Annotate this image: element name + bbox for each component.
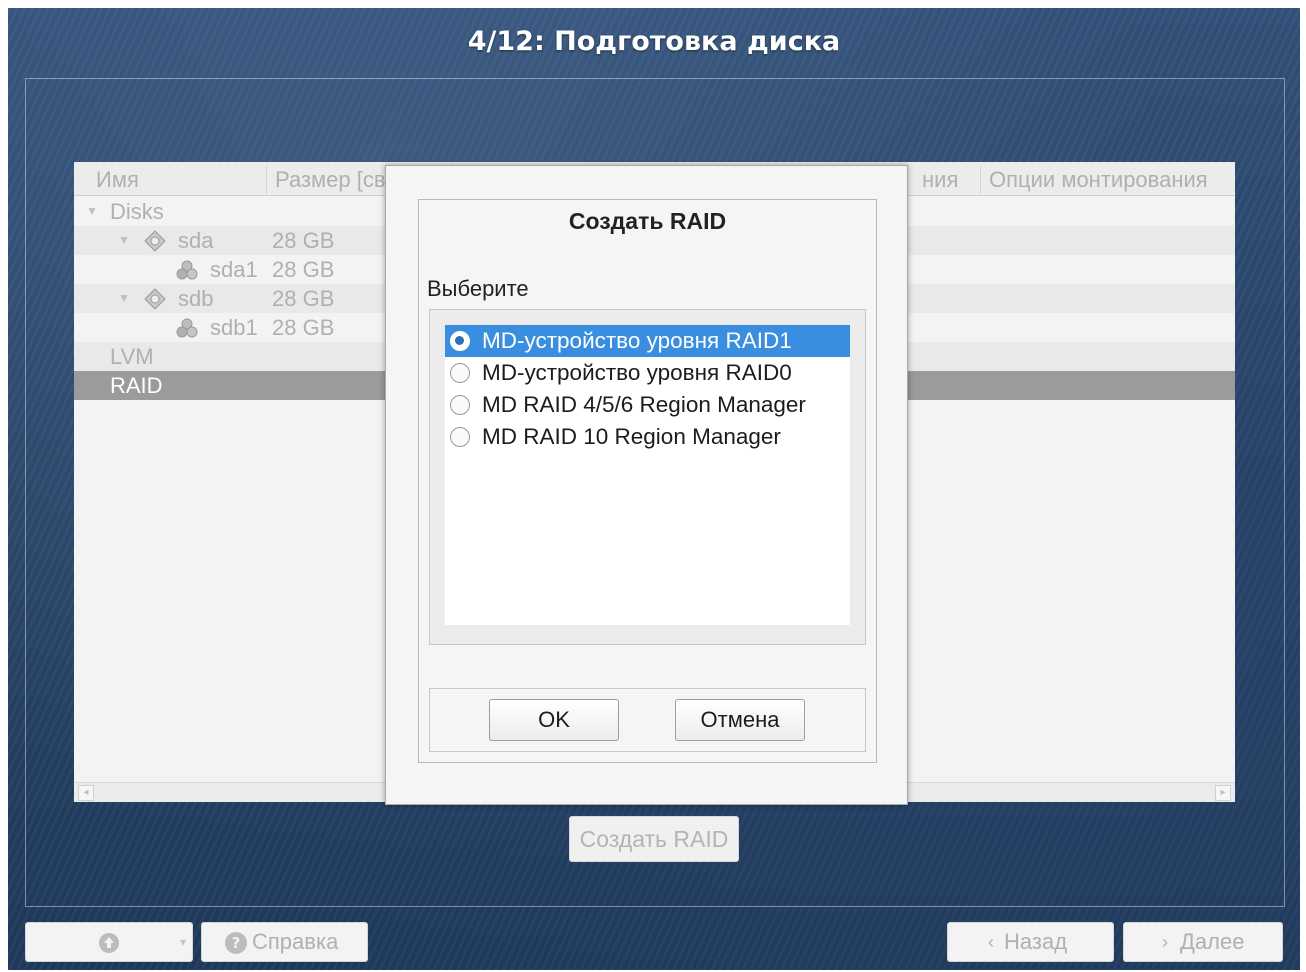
row-size: 28 GB [272, 286, 335, 311]
up-menu-button[interactable]: ▾ [25, 922, 193, 962]
raid-option-raid0[interactable]: MD-устройство уровня RAID0 [445, 357, 850, 389]
disk-icon [144, 288, 166, 310]
back-label: Назад [1004, 929, 1068, 954]
svg-text:?: ? [232, 934, 241, 952]
partition-icon [176, 260, 198, 280]
raid-option-raid1[interactable]: MD-устройство уровня RAID1 [445, 325, 850, 357]
next-label: Далее [1180, 929, 1245, 954]
option-label: MD-устройство уровня RAID1 [482, 328, 792, 353]
cancel-button[interactable]: Отмена [675, 699, 805, 741]
radio-button[interactable] [450, 427, 470, 447]
ok-button[interactable]: OK [489, 699, 619, 741]
raid-type-list[interactable]: MD-устройство уровня RAID1 MD-устройство… [445, 325, 850, 625]
expander-icon[interactable]: ▼ [86, 197, 98, 226]
dropdown-arrow-icon: ▾ [179, 935, 186, 949]
disk-icon [144, 230, 166, 252]
raid-option-raid10[interactable]: MD RAID 10 Region Manager [445, 421, 850, 453]
create-raid-dialog: Создать RAID Выберите MD-устройство уров… [385, 165, 908, 805]
row-name: Disks [110, 199, 164, 224]
back-button[interactable]: ‹ Назад [947, 922, 1114, 962]
row-name: sda [178, 228, 214, 253]
column-mountpoint-tail: ния [922, 167, 959, 192]
row-name: RAID [110, 373, 163, 398]
row-size: 28 GB [272, 257, 335, 282]
row-size: 28 GB [272, 315, 335, 340]
raid-option-raid456[interactable]: MD RAID 4/5/6 Region Manager [445, 389, 850, 421]
option-label: MD RAID 4/5/6 Region Manager [482, 392, 806, 417]
create-raid-button[interactable]: Создать RAID [569, 816, 739, 862]
row-name: sdb [178, 286, 214, 311]
raid-type-group: MD-устройство уровня RAID1 MD-устройство… [429, 309, 866, 645]
row-name: sda1 [210, 257, 258, 282]
column-name[interactable]: Имя [88, 166, 266, 194]
dialog-title: Создать RAID [568, 208, 727, 234]
chevron-right-icon: › [1162, 932, 1168, 952]
option-label: MD-устройство уровня RAID0 [482, 360, 792, 385]
radio-button-checked[interactable] [450, 331, 470, 351]
select-prompt: Выберите [427, 276, 529, 301]
dialog-button-bar: OK Отмена [429, 688, 866, 752]
next-button[interactable]: › Далее [1123, 922, 1283, 962]
row-name: sdb1 [210, 315, 258, 340]
row-size: 28 GB [272, 228, 335, 253]
expander-icon[interactable]: ▼ [118, 284, 130, 313]
help-icon: ? [225, 932, 247, 954]
help-label: Справка [252, 929, 339, 954]
scroll-right-icon[interactable]: ▸ [1215, 785, 1231, 801]
step-title: 4/12: Подготовка диска [467, 26, 841, 57]
radio-button[interactable] [450, 363, 470, 383]
scroll-left-icon[interactable]: ◂ [78, 785, 94, 801]
radio-button[interactable] [450, 395, 470, 415]
expander-icon[interactable]: ▼ [118, 226, 130, 255]
option-label: MD RAID 10 Region Manager [482, 424, 781, 449]
chevron-left-icon: ‹ [988, 932, 994, 952]
dialog-frame: Создать RAID Выберите MD-устройство уров… [418, 199, 877, 763]
column-mount-options[interactable]: Опции монтирования [980, 166, 1235, 194]
help-button[interactable]: ? Справка [201, 922, 368, 962]
partition-icon [176, 318, 198, 338]
row-name: LVM [110, 344, 154, 369]
up-arrow-circle-icon [99, 933, 119, 953]
